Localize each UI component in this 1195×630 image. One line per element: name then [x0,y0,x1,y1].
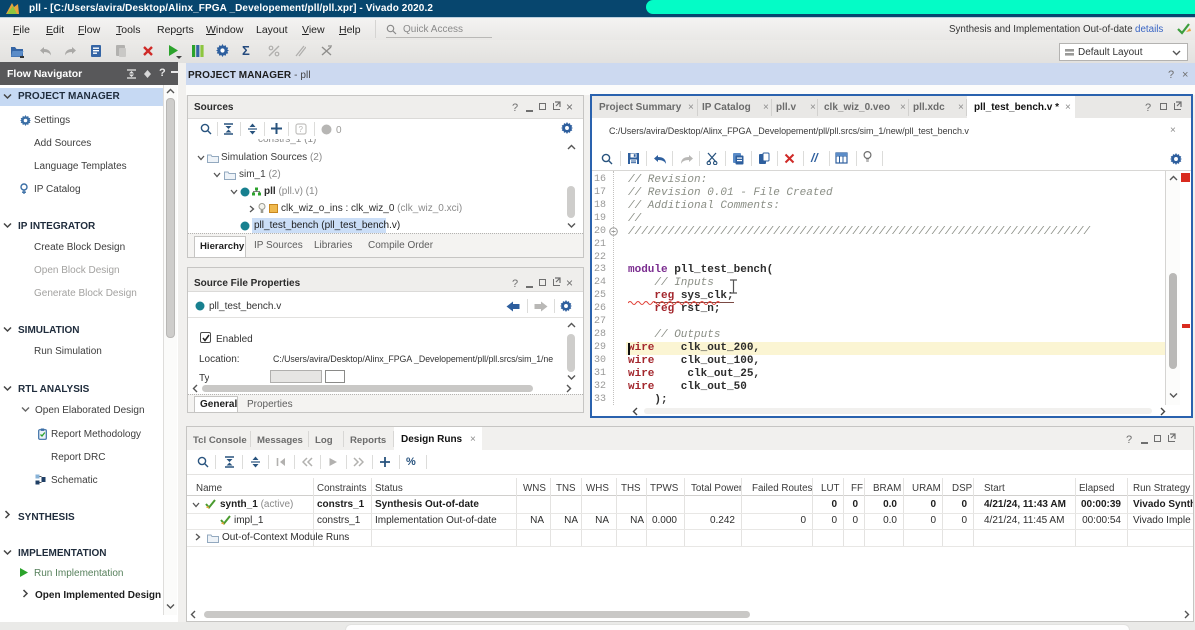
svg-text:?: ? [299,125,304,134]
